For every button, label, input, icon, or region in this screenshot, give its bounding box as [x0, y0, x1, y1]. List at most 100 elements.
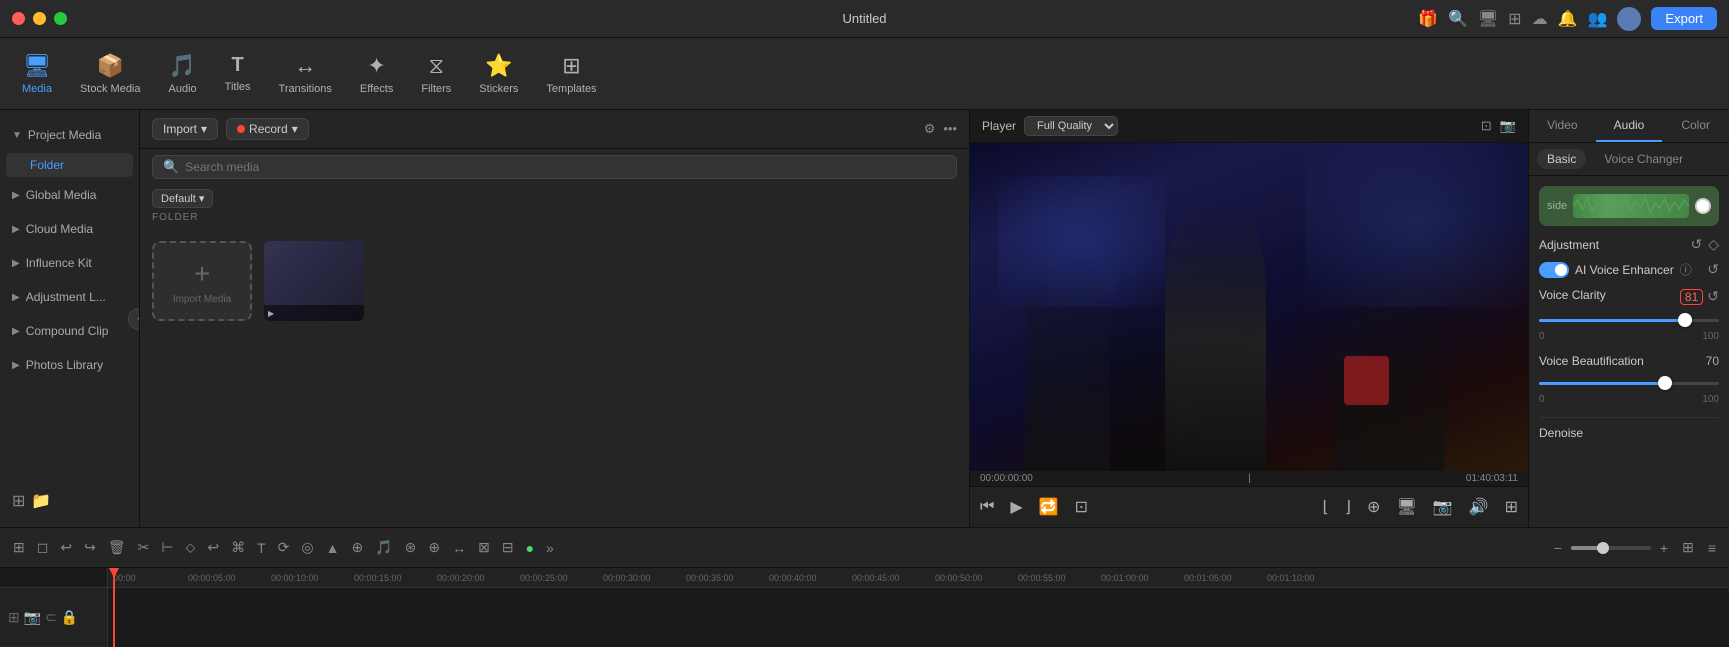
in-point-button[interactable]: ⌊: [1319, 493, 1333, 521]
panel-toggle-button[interactable]: ≡: [1703, 537, 1721, 559]
record-button[interactable]: Record ▾: [226, 118, 309, 140]
tl-layout-button[interactable]: ⊞: [8, 536, 30, 559]
loop-button[interactable]: 🔁: [1035, 493, 1063, 521]
folder-button[interactable]: 📁: [31, 491, 51, 511]
playhead[interactable]: [113, 568, 115, 647]
tl-cut-button[interactable]: ✂: [133, 536, 155, 559]
track-v1-icon[interactable]: ⊞: [8, 609, 20, 626]
tl-link-button[interactable]: ⊕: [423, 536, 445, 559]
adjustment-icon[interactable]: ◇: [1708, 236, 1719, 253]
tl-composite-button[interactable]: ⊠: [473, 536, 495, 559]
tl-trim-button[interactable]: ⊢: [156, 536, 178, 559]
gift-icon[interactable]: 🎁: [1418, 9, 1438, 29]
layout-toggle-button[interactable]: ⊞: [1677, 536, 1699, 559]
snapshot-ctrl-button[interactable]: 📷: [1429, 493, 1457, 521]
media-thumbnail[interactable]: ▶: [264, 241, 364, 321]
zoom-slider[interactable]: [1571, 546, 1651, 550]
cloud-icon[interactable]: ☁: [1532, 9, 1548, 29]
fullscreen-player-button[interactable]: ⊡: [1071, 493, 1092, 521]
sidebar-section-adjustment[interactable]: ▶ Adjustment L...: [0, 280, 139, 314]
info-icon[interactable]: ⓘ: [1680, 261, 1692, 278]
tl-detect-button[interactable]: ◎: [296, 536, 318, 559]
zoom-out-button[interactable]: −: [1549, 537, 1567, 559]
tl-snap-button[interactable]: ↩: [202, 536, 224, 559]
track-v1-merge[interactable]: ⊂: [45, 609, 57, 626]
tl-split-button[interactable]: ⌘: [226, 536, 250, 559]
sidebar-item-folder[interactable]: Folder: [6, 153, 133, 177]
tl-marker-button[interactable]: ⬦: [181, 536, 201, 559]
close-button[interactable]: [12, 12, 25, 25]
reset-icon[interactable]: ↺: [1690, 236, 1702, 253]
play-button[interactable]: ▶: [1006, 493, 1026, 521]
bell-icon[interactable]: 🔔: [1558, 9, 1578, 29]
track-v1-lock[interactable]: 🔒: [61, 609, 78, 626]
voice-clarity-slider[interactable]: [1539, 311, 1719, 329]
sidebar-section-project-media[interactable]: ▼ Project Media: [0, 118, 139, 152]
tl-select-button[interactable]: ◻: [32, 536, 54, 559]
grid-icon[interactable]: ⊞: [1508, 9, 1521, 29]
sidebar-section-photos-library[interactable]: ▶ Photos Library: [0, 348, 139, 382]
tl-record-button[interactable]: ●: [521, 537, 539, 559]
slider-thumb-2[interactable]: [1658, 376, 1672, 390]
subtab-basic[interactable]: Basic: [1537, 149, 1586, 169]
users-icon[interactable]: 👥: [1588, 9, 1608, 29]
toolbar-item-titles[interactable]: T Titles: [211, 48, 265, 99]
search-input[interactable]: [185, 160, 946, 174]
voice-clarity-reset-icon[interactable]: ↺: [1707, 288, 1719, 305]
add-to-timeline-button[interactable]: 🖥: [1392, 493, 1420, 521]
tab-audio[interactable]: Audio: [1596, 110, 1663, 142]
tab-color[interactable]: Color: [1662, 110, 1729, 142]
toolbar-item-media[interactable]: 🖥 Media: [8, 47, 66, 101]
import-button[interactable]: Import ▾: [152, 118, 218, 140]
insert-button[interactable]: ⊕: [1363, 493, 1384, 521]
out-point-button[interactable]: ⌋: [1341, 493, 1355, 521]
toolbar-item-effects[interactable]: ✦ Effects: [346, 47, 407, 101]
go-to-start-button[interactable]: ⏮: [976, 494, 998, 520]
tl-speed-button[interactable]: ⊕: [346, 536, 368, 559]
volume-button[interactable]: 🔊: [1465, 493, 1493, 521]
sidebar-section-compound-clip[interactable]: ▶ Compound Clip: [0, 314, 139, 348]
waveform-knob[interactable]: [1695, 198, 1711, 214]
tl-rotate-button[interactable]: ⟳: [273, 536, 295, 559]
subtab-voice-changer[interactable]: Voice Changer: [1594, 149, 1693, 169]
track-v1-camera[interactable]: 📷: [24, 609, 41, 626]
tl-redo-button[interactable]: ↪: [79, 536, 101, 559]
tl-ai-button[interactable]: ⊛: [400, 536, 422, 559]
tl-delete-button[interactable]: 🗑: [103, 536, 131, 559]
sidebar-section-cloud-media[interactable]: ▶ Cloud Media: [0, 212, 139, 246]
toolbar-item-stock-media[interactable]: 📦 Stock Media: [66, 47, 155, 101]
split-view-icon[interactable]: ⊡: [1481, 118, 1492, 134]
tl-undo-button[interactable]: ↩: [55, 536, 77, 559]
filter-icon[interactable]: ⚙: [924, 121, 936, 137]
avatar[interactable]: [1617, 7, 1641, 31]
slider-thumb[interactable]: [1678, 313, 1692, 327]
tl-audio-detect-button[interactable]: ▲: [321, 537, 345, 559]
voice-beautification-slider[interactable]: [1539, 374, 1719, 392]
toolbar-item-stickers[interactable]: ⭐ Stickers: [465, 47, 532, 101]
add-folder-button[interactable]: ⊞: [12, 491, 25, 511]
tl-more-button[interactable]: »: [541, 537, 559, 559]
more-options-icon[interactable]: •••: [943, 121, 957, 137]
default-filter-button[interactable]: Default ▾: [152, 189, 213, 208]
snapshot-icon[interactable]: 📷: [1500, 118, 1516, 134]
monitor-icon[interactable]: 🖥: [1478, 9, 1498, 29]
ai-reset-icon[interactable]: ↺: [1707, 261, 1719, 277]
tab-video[interactable]: Video: [1529, 110, 1596, 142]
minimize-button[interactable]: [33, 12, 46, 25]
sidebar-section-influence-kit[interactable]: ▶ Influence Kit: [0, 246, 139, 280]
tl-color-button[interactable]: 🎵: [370, 536, 397, 559]
toolbar-item-filters[interactable]: ⧖ Filters: [407, 47, 465, 101]
quality-select[interactable]: Full Quality: [1024, 116, 1118, 136]
tl-text-button[interactable]: T: [252, 537, 271, 559]
sidebar-section-global-media[interactable]: ▶ Global Media: [0, 178, 139, 212]
zoom-in-button[interactable]: +: [1655, 537, 1673, 559]
ai-voice-enhancer-toggle[interactable]: [1539, 262, 1569, 278]
more-ctrl-button[interactable]: ⊞: [1501, 493, 1522, 521]
import-media-card[interactable]: + Import Media: [152, 241, 252, 321]
fullscreen-button[interactable]: [54, 12, 67, 25]
tl-crop-button[interactable]: ↔: [447, 537, 471, 559]
tl-freeze-button[interactable]: ⊟: [497, 536, 519, 559]
export-button[interactable]: Export: [1651, 7, 1717, 30]
audio-track-card[interactable]: side: [1539, 186, 1719, 226]
toolbar-item-audio[interactable]: 🎵 Audio: [155, 47, 211, 101]
